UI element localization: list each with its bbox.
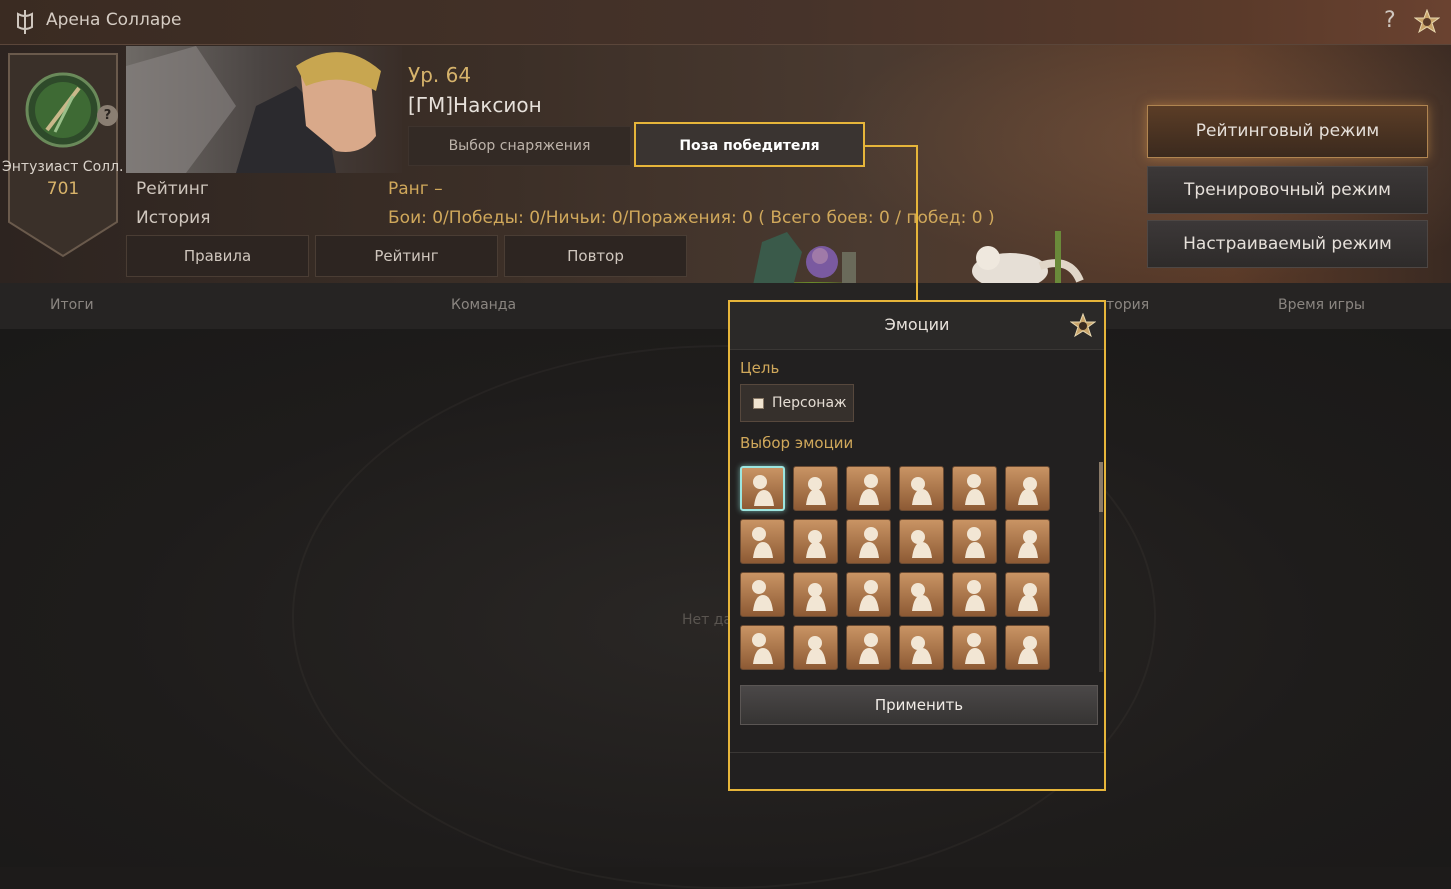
emote-slot[interactable] bbox=[1005, 625, 1050, 670]
emote-slot[interactable] bbox=[1005, 572, 1050, 617]
column-history: тория bbox=[1106, 297, 1150, 313]
emote-slot[interactable] bbox=[846, 625, 891, 670]
emotion-settings-icon[interactable] bbox=[1070, 313, 1096, 339]
help-icon[interactable]: ? bbox=[1384, 8, 1396, 33]
emote-slot[interactable] bbox=[899, 625, 944, 670]
emote-slot[interactable] bbox=[846, 572, 891, 617]
cheer-emote-icon bbox=[911, 636, 932, 664]
replay-button[interactable]: Повтор bbox=[504, 235, 687, 277]
dance-emote-icon bbox=[965, 633, 985, 664]
column-play-time: Время игры bbox=[1278, 297, 1365, 313]
emotion-panel-header: Эмоции bbox=[730, 302, 1104, 350]
column-results: Итоги bbox=[50, 297, 94, 313]
facepalm-emote-icon bbox=[859, 633, 879, 664]
surprise-emote-icon bbox=[806, 530, 826, 558]
stand-emote-icon bbox=[752, 580, 773, 611]
character-name: [ГМ]Наксион bbox=[408, 93, 542, 117]
highlight-connector bbox=[865, 145, 917, 147]
emote-scrollbar[interactable] bbox=[1099, 462, 1103, 672]
emote-slot[interactable] bbox=[952, 466, 997, 511]
meditate-emote-icon bbox=[752, 633, 773, 664]
refuse-emote-icon bbox=[911, 530, 932, 558]
column-team: Команда bbox=[451, 297, 517, 313]
hide-emote-icon bbox=[752, 527, 773, 558]
target-character-label: Персонаж bbox=[772, 395, 847, 411]
emote-scrollbar-thumb[interactable] bbox=[1099, 462, 1103, 512]
emotion-panel-title: Эмоции bbox=[884, 315, 950, 334]
confused-emote-icon bbox=[965, 527, 985, 558]
ranked-mode-button[interactable]: Рейтинговый режим bbox=[1147, 105, 1428, 158]
emotion-panel: Эмоции Цель Персонаж Выбор эмоции Примен… bbox=[728, 300, 1106, 791]
emblem-help-icon[interactable]: ? bbox=[97, 105, 118, 126]
emote-slot[interactable] bbox=[1005, 466, 1050, 511]
emote-slot[interactable] bbox=[740, 466, 785, 511]
title-bar: Арена Солларе ? bbox=[0, 0, 1451, 45]
emote-slot[interactable] bbox=[899, 519, 944, 564]
no-data-text: Нет да bbox=[682, 612, 733, 628]
panel-divider bbox=[730, 752, 1104, 753]
lie-emote-icon bbox=[806, 636, 826, 664]
apply-button[interactable]: Применить bbox=[740, 685, 1098, 725]
emote-slot[interactable] bbox=[952, 519, 997, 564]
settings-gear-icon[interactable] bbox=[1414, 9, 1440, 35]
highlight-connector-vertical bbox=[916, 145, 918, 301]
results-column-headers bbox=[0, 283, 1451, 329]
emote-slot[interactable] bbox=[793, 519, 838, 564]
emote-slot[interactable] bbox=[740, 572, 785, 617]
rank-value: Ранг – bbox=[388, 179, 443, 199]
emote-slot[interactable] bbox=[952, 625, 997, 670]
laugh-emote-icon bbox=[859, 527, 879, 558]
training-mode-button[interactable]: Тренировочный режим bbox=[1147, 166, 1428, 214]
emote-slot[interactable] bbox=[899, 466, 944, 511]
wave-emote-icon bbox=[753, 475, 774, 506]
emote-slot[interactable] bbox=[899, 572, 944, 617]
arena-logo-icon bbox=[17, 10, 33, 34]
character-portrait bbox=[126, 46, 402, 173]
emote-slot[interactable] bbox=[952, 572, 997, 617]
salute-emote-icon bbox=[965, 580, 985, 611]
emote-slot[interactable] bbox=[793, 625, 838, 670]
tab-victory-pose[interactable]: Поза победителя bbox=[634, 122, 865, 167]
think-emote-icon bbox=[911, 477, 932, 505]
history-label: История bbox=[136, 208, 211, 228]
shock-emote-icon bbox=[859, 580, 879, 611]
rating-button[interactable]: Рейтинг bbox=[315, 235, 498, 277]
kneel-emote-icon bbox=[1018, 583, 1038, 611]
tier-emblem bbox=[8, 53, 118, 258]
character-level: Ур. 64 bbox=[408, 63, 472, 87]
emblem-title: Энтузиаст Солл... bbox=[2, 159, 124, 175]
target-indicator-icon bbox=[753, 397, 764, 409]
point-emote-icon bbox=[911, 583, 932, 611]
shrug-emote-icon bbox=[859, 474, 879, 505]
emote-slot[interactable] bbox=[740, 625, 785, 670]
emote-slot[interactable] bbox=[793, 572, 838, 617]
emotion-choice-label: Выбор эмоции bbox=[740, 434, 854, 452]
sleep-emote-icon bbox=[1018, 530, 1038, 558]
rules-button[interactable]: Правила bbox=[126, 235, 309, 277]
target-character-button[interactable]: Персонаж bbox=[740, 384, 854, 422]
bow-emote-icon bbox=[806, 477, 826, 505]
target-label: Цель bbox=[740, 359, 780, 377]
cry-emote-icon bbox=[1018, 477, 1038, 505]
rating-label: Рейтинг bbox=[136, 179, 209, 199]
window-title: Арена Солларе bbox=[46, 10, 182, 30]
emblem-score: 701 bbox=[46, 179, 80, 199]
sad-emote-icon bbox=[806, 583, 826, 611]
custom-mode-button[interactable]: Настраиваемый режим bbox=[1147, 220, 1428, 268]
sit-emote-icon bbox=[1018, 636, 1038, 664]
emote-slot[interactable] bbox=[846, 519, 891, 564]
tab-gear-selection[interactable]: Выбор снаряжения bbox=[408, 126, 631, 166]
emote-slot[interactable] bbox=[846, 466, 891, 511]
angry-emote-icon bbox=[965, 474, 985, 505]
emote-slot[interactable] bbox=[740, 519, 785, 564]
emote-slot[interactable] bbox=[793, 466, 838, 511]
emote-slot[interactable] bbox=[1005, 519, 1050, 564]
